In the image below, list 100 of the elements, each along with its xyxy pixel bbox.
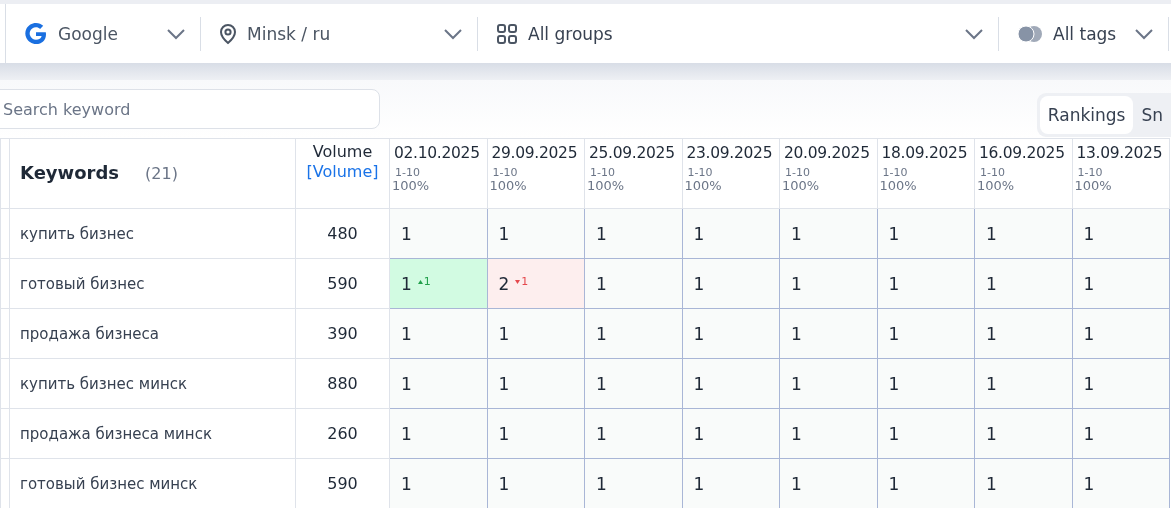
position-cell: 1 xyxy=(487,358,585,409)
position-cell: 1 xyxy=(389,458,487,508)
position-cell: 1 xyxy=(779,208,877,259)
date-header: 16.09.2025 xyxy=(979,145,1066,163)
position-cell: 1 xyxy=(682,208,780,259)
keyword-cell: купить бизнес минск xyxy=(9,358,296,409)
view-tab[interactable]: Rankings xyxy=(1039,96,1134,134)
visibility-percent: 100% xyxy=(587,179,626,193)
filter-dropdown[interactable]: Google xyxy=(6,16,201,51)
date-header: 29.09.2025 xyxy=(491,145,579,163)
position-cell: 1 xyxy=(682,308,780,359)
chevron-down-icon xyxy=(166,27,186,40)
position-range: 1-10 xyxy=(980,166,1006,180)
position-cell: 1 xyxy=(682,358,780,409)
grid-icon xyxy=(496,22,518,45)
position-cell: 1 xyxy=(974,258,1072,309)
up-triangle-icon xyxy=(417,279,423,284)
position-cell: 1 xyxy=(779,258,877,309)
position-cell: 1 xyxy=(682,408,780,459)
position-cell: 1 xyxy=(584,208,682,259)
visibility-percent: 100% xyxy=(879,179,918,193)
view-tab[interactable]: Sn xyxy=(1133,96,1171,134)
volume-cell: 480 xyxy=(295,208,390,259)
position-range: 1-10 xyxy=(492,166,519,180)
location-pin-icon xyxy=(219,22,237,45)
position-cell: 1 xyxy=(389,208,487,259)
volume-link[interactable]: [Volume] xyxy=(306,163,379,182)
position-cell: 1 xyxy=(1072,458,1170,508)
position-cell: 1 xyxy=(1072,308,1170,359)
position-cell: 1 xyxy=(584,358,682,409)
position-range: 1-10 xyxy=(785,166,811,180)
column-header: Keywords xyxy=(20,162,120,184)
position-cell: 2 1 xyxy=(487,258,585,309)
date-header: 13.09.2025 xyxy=(1076,145,1164,163)
position-cell: 1 xyxy=(779,308,877,359)
visibility-percent: 100% xyxy=(782,179,821,193)
position-change: 1 xyxy=(515,276,529,287)
position-cell: 1 xyxy=(974,208,1072,259)
down-triangle-icon xyxy=(515,279,521,284)
position-cell: 1 xyxy=(1072,208,1170,259)
position-cell: 1 xyxy=(682,458,780,508)
position-cell: 1 xyxy=(487,408,585,459)
filter-dropdown[interactable]: Minsk / ru xyxy=(201,16,478,51)
visibility-percent: 100% xyxy=(1074,179,1113,193)
volume-cell: 390 xyxy=(295,308,390,359)
volume-cell: 590 xyxy=(295,258,390,309)
position-cell: 1 xyxy=(974,458,1072,508)
position-cell: 1 xyxy=(389,358,487,409)
position-cell: 1 xyxy=(779,408,877,459)
date-header: 02.10.2025 xyxy=(394,145,481,163)
position-cell: 1 xyxy=(877,208,975,259)
filter-dropdown[interactable]: All groups xyxy=(478,16,999,51)
keyword-cell: продажа бизнеса минск xyxy=(9,408,296,459)
chevron-down-icon xyxy=(964,27,984,40)
position-cell: 1 xyxy=(389,308,487,359)
position-cell: 1 xyxy=(487,308,585,359)
position-cell: 1 xyxy=(1072,258,1170,309)
volume-cell: 880 xyxy=(295,358,390,409)
position-cell: 1 xyxy=(1072,408,1170,459)
position-cell: 1 xyxy=(877,258,975,309)
position-cell: 1 1 xyxy=(389,258,487,309)
position-cell: 1 xyxy=(584,308,682,359)
position-cell: 1 xyxy=(974,358,1072,409)
position-range: 1-10 xyxy=(1077,166,1104,180)
position-cell: 1 xyxy=(974,308,1072,359)
keyword-cell: купить бизнес xyxy=(9,208,296,259)
position-cell: 1 xyxy=(779,358,877,409)
position-cell: 1 xyxy=(584,258,682,309)
keyword-count: (21) xyxy=(145,164,178,184)
position-range: 1-10 xyxy=(395,166,421,180)
position-cell: 1 xyxy=(584,458,682,508)
position-cell: 1 xyxy=(487,208,585,259)
position-cell: 1 xyxy=(584,408,682,459)
visibility-percent: 100% xyxy=(392,179,431,193)
visibility-percent: 100% xyxy=(977,179,1016,193)
position-cell: 1 xyxy=(877,458,975,508)
filter-dropdown[interactable]: All tags xyxy=(999,16,1169,51)
keyword-cell: готовый бизнес xyxy=(9,258,296,309)
date-header: 20.09.2025 xyxy=(784,145,871,163)
column-header: Volume xyxy=(311,143,374,162)
position-range: 1-10 xyxy=(882,166,909,180)
position-cell: 1 xyxy=(1072,358,1170,409)
date-header: 25.09.2025 xyxy=(589,145,676,163)
position-cell: 1 xyxy=(389,408,487,459)
position-cell: 1 xyxy=(682,258,780,309)
chevron-down-icon xyxy=(443,27,463,40)
date-header: 18.09.2025 xyxy=(881,145,969,163)
visibility-percent: 100% xyxy=(684,179,723,193)
visibility-percent: 100% xyxy=(489,179,528,193)
google-logo-icon xyxy=(24,21,48,46)
tags-icon xyxy=(1017,24,1043,43)
keyword-cell: продажа бизнеса xyxy=(9,308,296,359)
position-range: 1-10 xyxy=(687,166,714,180)
position-change: 1 xyxy=(417,276,431,287)
date-header: 23.09.2025 xyxy=(686,145,774,163)
position-cell: 1 xyxy=(779,458,877,508)
position-cell: 1 xyxy=(877,408,975,459)
position-cell: 1 xyxy=(974,408,1072,459)
search-field[interactable]: Search keyword xyxy=(0,89,380,129)
volume-cell: 260 xyxy=(295,408,390,459)
